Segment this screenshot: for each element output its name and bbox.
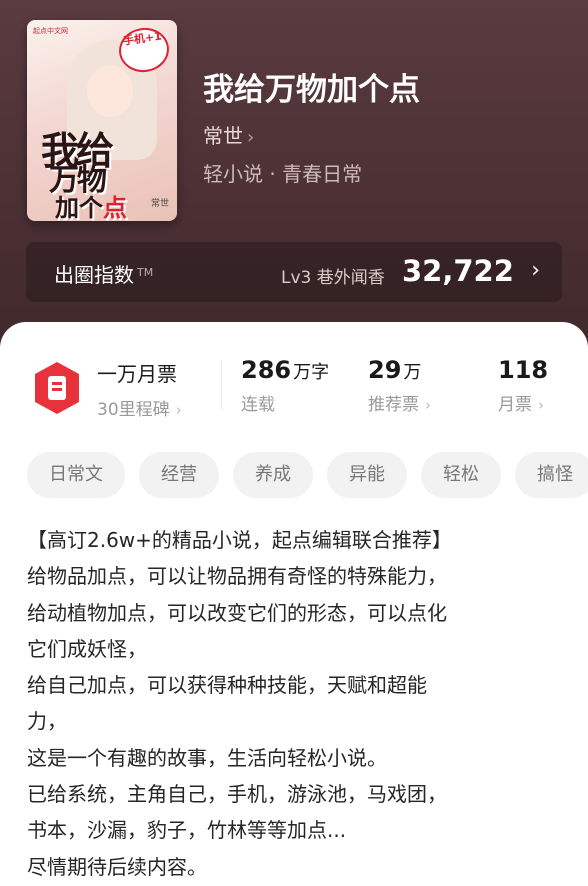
cover-publisher: 起点中文网: [33, 27, 68, 35]
book-title: 我给万物加个点: [203, 72, 420, 108]
milestone-stat[interactable]: 一万月票 30里程碑 ›: [97, 358, 182, 420]
tag-chip[interactable]: 异能: [327, 452, 407, 498]
chevron-right-icon: ›: [425, 396, 431, 414]
cover-title-line: 加个点: [55, 188, 127, 221]
book-cover[interactable]: 起点中文网 手机+1 我给 万物 加个点 常世: [27, 20, 177, 221]
influence-index-bar[interactable]: 出圈指数 TM Lv3 巷外闻香 32,722 ›: [26, 242, 562, 302]
chevron-right-icon: ›: [538, 396, 544, 414]
serial-status: 连载: [241, 395, 275, 415]
chevron-right-icon: ›: [175, 401, 182, 419]
cover-title-accent: 点: [103, 194, 127, 221]
monthly-ticket-stat[interactable]: 118 月票 ›: [498, 356, 548, 415]
monthly-ticket-badge-icon: [35, 362, 79, 414]
author-name: 常世: [203, 124, 243, 148]
word-count-unit: 万字: [293, 362, 330, 383]
recommend-value: 29: [368, 356, 402, 384]
cover-title-part: 加个: [55, 194, 103, 221]
recommend-ticket-stat[interactable]: 29 万 推荐票 ›: [368, 356, 431, 415]
book-genre: 轻小说 · 青春日常: [203, 162, 363, 186]
tag-chip[interactable]: 经营: [139, 452, 219, 498]
tag-list: 日常文 经营 养成 异能 轻松 搞怪: [27, 452, 588, 500]
tag-chip[interactable]: 轻松: [421, 452, 501, 498]
word-count-value: 286: [241, 356, 292, 384]
cover-illustration-face: [87, 65, 133, 117]
tag-chip[interactable]: 搞怪: [515, 452, 588, 498]
tag-chip[interactable]: 日常文: [27, 452, 125, 498]
word-count-stat: 286 万字 连载: [241, 356, 329, 415]
influence-label-text: 出圈指数: [54, 263, 134, 287]
chevron-right-icon: ›: [531, 258, 540, 283]
author-link[interactable]: 常世 ›: [203, 120, 254, 149]
book-detail-card: 一万月票 30里程碑 › 286 万字 连载 29 万 推荐票 › 118 月票 › 日常…: [0, 322, 588, 886]
monthly-value: 118: [498, 356, 549, 384]
influence-level: Lv3 巷外闻香: [281, 268, 385, 288]
recommend-label: 推荐票: [368, 395, 419, 415]
monthly-label: 月票: [498, 395, 532, 415]
milestone-title: 一万月票: [97, 362, 177, 386]
milestone-sub: 30里程碑 ›: [97, 395, 182, 420]
tag-chip[interactable]: 养成: [233, 452, 313, 498]
book-synopsis: 【高订2.6w+的精品小说，起点编辑联合推荐】 给物品加点，可以让物品拥有奇怪的…: [27, 528, 452, 879]
influence-label: 出圈指数 TM: [54, 259, 153, 288]
recommend-unit: 万: [403, 362, 422, 383]
trademark-mark: TM: [137, 266, 154, 279]
influence-value: 32,722: [402, 254, 514, 288]
cover-author: 常世: [150, 199, 169, 209]
stat-divider: [221, 360, 222, 410]
chevron-right-icon: ›: [247, 127, 255, 148]
book-header: 起点中文网 手机+1 我给 万物 加个点 常世 我给万物加个点 常世 › 轻小说 …: [0, 0, 588, 360]
milestone-sub-text: 30里程碑: [97, 400, 170, 420]
